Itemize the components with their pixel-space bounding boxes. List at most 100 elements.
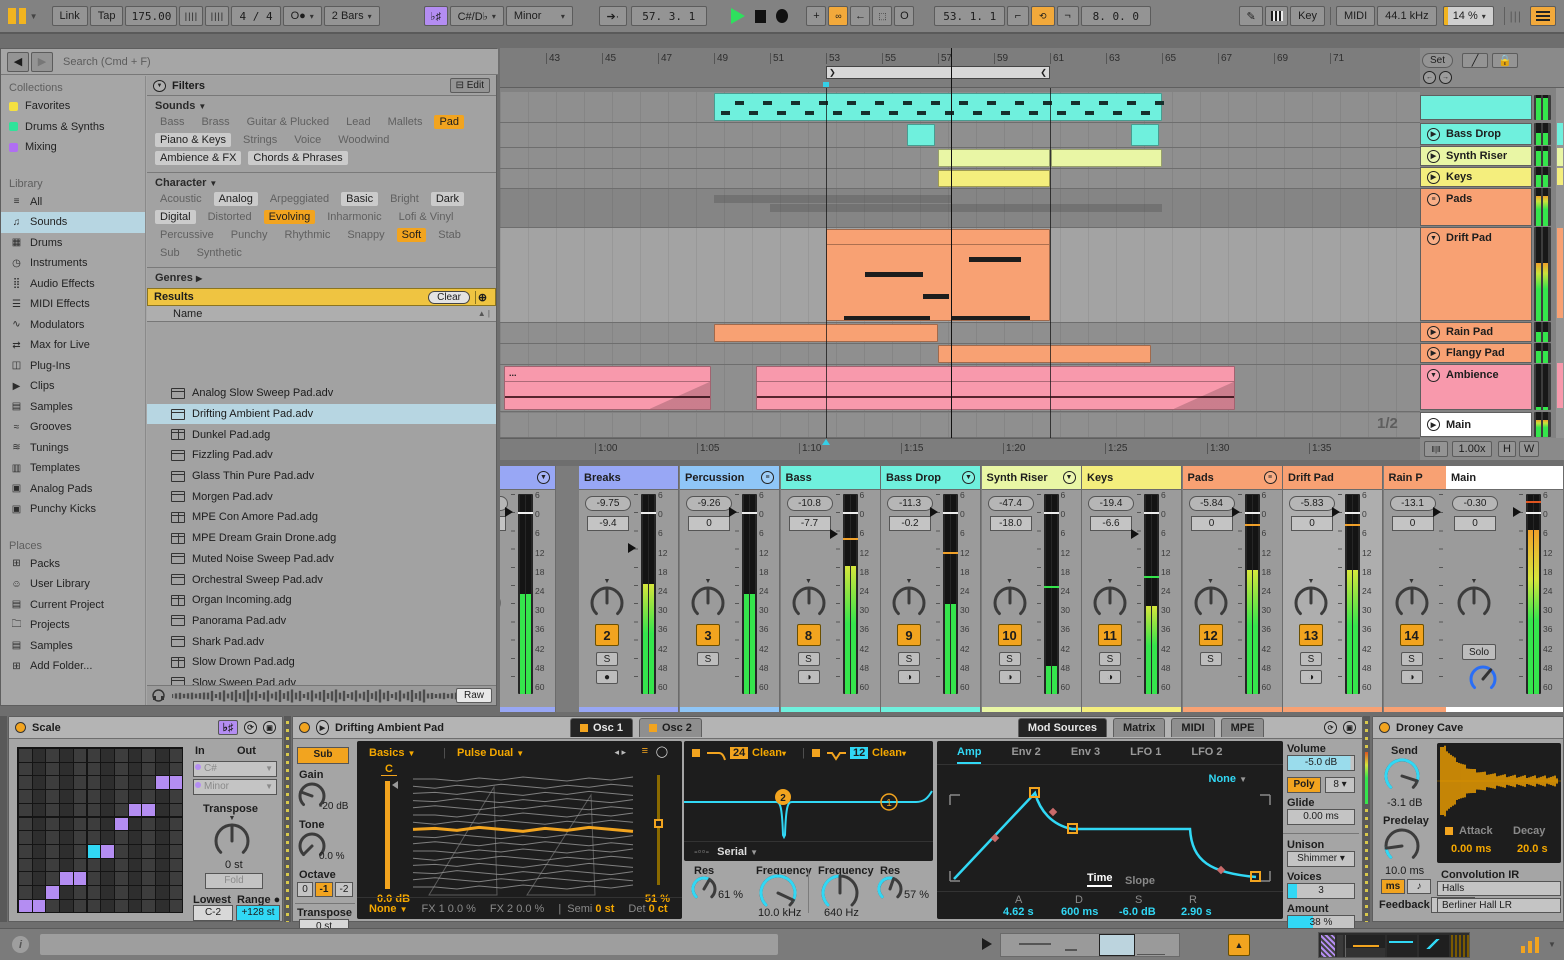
track-activator[interactable]: 9: [897, 624, 921, 646]
res2-knob[interactable]: [876, 875, 904, 903]
transpose-value[interactable]: 0 st: [225, 859, 243, 871]
sidebar-item-Clips[interactable]: ▶ Clips: [1, 376, 145, 397]
predelay-ms-toggle[interactable]: ms: [1381, 879, 1405, 894]
arm-button[interactable]: ◑: [1400, 670, 1423, 684]
volume-field[interactable]: -9.4: [587, 516, 629, 531]
tag-Stab[interactable]: Stab: [433, 228, 466, 242]
place-item-Add Folder...[interactable]: ⊞ Add Folder...: [1, 656, 145, 677]
midi-map-button[interactable]: MIDI: [1335, 6, 1376, 26]
sidebar-item-Punchy Kicks[interactable]: ▣ Punchy Kicks: [1, 499, 145, 520]
fold-icon[interactable]: ▼: [962, 471, 975, 484]
sidebar-item-MIDI Effects[interactable]: ☰ MIDI Effects: [1, 294, 145, 315]
track-header-Drift Pad[interactable]: ▼ Drift Pad: [1420, 227, 1532, 321]
filter1-on-icon[interactable]: [692, 749, 700, 757]
pan-knob[interactable]: [500, 585, 502, 621]
nudge-up-icon[interactable]: ||||: [205, 6, 230, 26]
track-header-Flangy Pad[interactable]: ▶ Flangy Pad: [1420, 343, 1532, 363]
place-item-Projects[interactable]: 🗀 Projects: [1, 615, 145, 636]
gain-value[interactable]: -20 dB: [319, 801, 348, 812]
place-item-Current Project[interactable]: ▤ Current Project: [1, 595, 145, 616]
capture-box-icon[interactable]: ⬚: [872, 6, 893, 26]
preview-play-icon[interactable]: ▶: [316, 720, 329, 735]
volume-field[interactable]: -6.6: [1090, 516, 1132, 531]
arm-button[interactable]: ●: [596, 670, 618, 684]
loop-brace[interactable]: ❯ ❮: [826, 66, 1050, 79]
volume-arrow[interactable]: [829, 529, 838, 539]
tag-Strings[interactable]: Strings: [238, 133, 282, 147]
tag-Snappy[interactable]: Snappy: [342, 228, 389, 242]
env-slope-toggle[interactable]: Slope: [1125, 875, 1155, 887]
arm-button[interactable]: ◑: [1300, 670, 1322, 684]
sidebar-item-Templates[interactable]: ▥ Templates: [1, 458, 145, 479]
tag-Inharmonic[interactable]: Inharmonic: [322, 210, 386, 224]
solo-button[interactable]: S: [697, 652, 719, 666]
peak-level[interactable]: -5.84: [1188, 496, 1235, 511]
time-signature-field[interactable]: 4 / 4: [231, 6, 281, 26]
track-activator[interactable]: 10: [997, 624, 1022, 646]
poly-voices-select[interactable]: 8 ▾: [1325, 777, 1355, 793]
scale-menu[interactable]: Minor: [505, 6, 573, 26]
tag-Bright[interactable]: Bright: [385, 192, 424, 206]
arm-button[interactable]: ◑: [998, 670, 1021, 684]
headphone-preview-icon[interactable]: [151, 688, 166, 703]
tag-Acoustic[interactable]: Acoustic: [155, 192, 207, 206]
predelay-value[interactable]: 10.0 ms: [1385, 865, 1424, 877]
res1-knob[interactable]: [690, 875, 718, 903]
punch-out-icon[interactable]: ¬: [1056, 6, 1079, 26]
track-lane-Rain Pad[interactable]: [500, 323, 1420, 344]
glide-value[interactable]: 0.00 ms: [1287, 809, 1355, 825]
fold-icon[interactable]: ▼: [1062, 471, 1076, 484]
volume-field[interactable]: -0.2: [889, 516, 931, 531]
tag-Basic[interactable]: Basic: [341, 192, 379, 206]
solo-button[interactable]: S: [998, 652, 1021, 666]
envelope-display[interactable]: [940, 769, 1280, 887]
play-icon[interactable]: ▶: [1427, 346, 1440, 360]
clip[interactable]: [1051, 149, 1162, 167]
osc-effect-mode[interactable]: None ▼: [369, 903, 407, 915]
pan-knob[interactable]: [690, 585, 726, 621]
tag-Brass[interactable]: Brass: [196, 115, 234, 129]
tag-Pad[interactable]: Pad: [434, 115, 465, 129]
sidebar-item-Tunings[interactable]: ≋ Tunings: [1, 438, 145, 459]
arm-button[interactable]: ◑: [797, 670, 820, 684]
device-on-icon[interactable]: [15, 722, 26, 733]
tag-Distorted[interactable]: Distorted: [203, 210, 257, 224]
track-lane-Main[interactable]: [500, 413, 1420, 438]
tag-Lofi & Vinyl[interactable]: Lofi & Vinyl: [394, 210, 459, 224]
loop-start-field[interactable]: 53. 1. 1: [934, 6, 1005, 26]
stop-button[interactable]: [754, 9, 767, 23]
play-icon[interactable]: ▶: [1427, 149, 1440, 163]
volume-field[interactable]: -18.0: [989, 516, 1032, 531]
result-item[interactable]: Orchestral Sweep Pad.adv: [147, 569, 496, 590]
det-value[interactable]: Det 0 ct: [628, 903, 667, 915]
tag-Dark[interactable]: Dark: [430, 192, 465, 206]
filter2-slope[interactable]: 12: [850, 747, 869, 759]
clip[interactable]: [938, 170, 1050, 187]
tempo-field[interactable]: 175.00: [125, 6, 178, 26]
semi-value[interactable]: | Semi 0 st: [558, 903, 614, 915]
follow-button[interactable]: ➔·: [598, 6, 627, 26]
range-value[interactable]: +128 st: [236, 905, 280, 921]
result-item[interactable]: Muted Noise Sweep Pad.adv: [147, 549, 496, 570]
hot-swap-icon[interactable]: ⟳: [1324, 721, 1337, 734]
tag-Ambience & FX[interactable]: Ambience & FX: [155, 151, 242, 165]
track-activator[interactable]: 3: [696, 624, 720, 646]
scale-mode-select[interactable]: Minor ▼: [193, 779, 277, 795]
character-section-header[interactable]: Character ▼: [147, 173, 496, 190]
fold-button[interactable]: Fold: [205, 873, 263, 889]
osc-pitch-slider[interactable]: [385, 781, 390, 889]
link-button[interactable]: Link: [51, 6, 88, 26]
result-item[interactable]: Shark Pad.adv: [147, 631, 496, 652]
fx2-value[interactable]: FX 2 0.0 %: [490, 903, 544, 915]
tag-Lead[interactable]: Lead: [341, 115, 375, 129]
beat-time-ruler[interactable]: 43 45 47 49 51 53 55 57 59 61 63 65 67 69 71 ❯ ❮: [500, 48, 1420, 88]
arrangement-position-field[interactable]: 57. 3. 1: [630, 6, 707, 26]
release-value[interactable]: 2.90 s: [1181, 906, 1212, 918]
lowest-value[interactable]: C-2: [193, 905, 233, 921]
tag-Evolving[interactable]: Evolving: [263, 210, 316, 224]
ir-file-select[interactable]: Berliner Hall LR: [1437, 898, 1561, 913]
pan-knob[interactable]: [1193, 585, 1229, 621]
volume-field[interactable]: 0: [1190, 516, 1233, 531]
predelay-knob[interactable]: [1383, 827, 1421, 865]
live-logo-icon[interactable]: [8, 8, 26, 24]
